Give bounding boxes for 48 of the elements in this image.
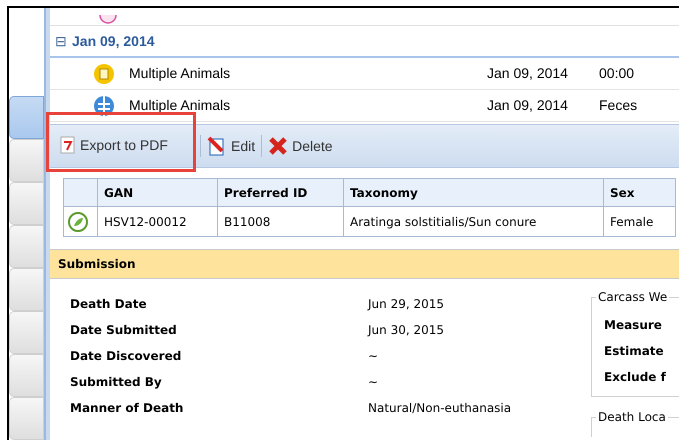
- field-label: Measure: [604, 317, 663, 334]
- field-value: Natural/Non-euthanasia: [368, 400, 512, 417]
- field-label: Date Discovered: [70, 348, 182, 365]
- table-cell: B11008: [218, 206, 344, 236]
- sidebar-tab[interactable]: [9, 268, 44, 311]
- sidebar-tab[interactable]: [9, 311, 44, 354]
- delete-icon: [268, 136, 288, 156]
- table-cell: HSV12-00012: [98, 206, 218, 236]
- field-value: Jun 30, 2015: [368, 322, 444, 339]
- column-header: Preferred ID: [218, 178, 344, 206]
- event-name: Multiple Animals: [129, 64, 232, 83]
- field-label: Date Submitted: [70, 322, 178, 339]
- field-value: ~: [368, 374, 378, 391]
- event-row[interactable]: Multiple Animals Jan 09, 2014 00:00: [50, 58, 679, 90]
- collapse-button[interactable]: ⊟: [55, 34, 67, 48]
- sidebar-tab[interactable]: [9, 96, 44, 139]
- event-date: Jan 09, 2014: [487, 96, 569, 115]
- column-header: Taxonomy: [344, 178, 604, 206]
- field-label: Estimate: [604, 343, 665, 360]
- table-cell: Female: [604, 206, 676, 236]
- sidebar-tab[interactable]: [9, 182, 44, 225]
- event-date: Jan 09, 2014: [487, 64, 569, 83]
- field-label: Exclude f: [604, 369, 667, 386]
- event-detail: Feces: [599, 96, 638, 115]
- field-value: ~: [368, 348, 378, 365]
- column-header: GAN: [98, 178, 218, 206]
- event-row[interactable]: Multiple Animals Jan 09, 2014 Feces: [50, 90, 679, 122]
- column-header: Sex: [604, 178, 676, 206]
- field-label: Death Date: [70, 296, 148, 313]
- sidebar-tab[interactable]: [9, 397, 44, 440]
- field-label: Submitted By: [70, 374, 163, 391]
- sidebar-tab[interactable]: [9, 139, 44, 182]
- event-detail: 00:00: [599, 64, 634, 83]
- group-date: Jan 09, 2014: [72, 32, 155, 50]
- section-header: Submission: [50, 249, 679, 279]
- toolbar-button[interactable]: Edit: [205, 136, 258, 156]
- event-name: Multiple Animals: [129, 96, 232, 115]
- bin-icon: [94, 64, 114, 84]
- toolbar-button[interactable]: Delete: [266, 136, 335, 156]
- pdf-icon: [60, 136, 76, 154]
- toolbar-button[interactable]: Export to PDF: [58, 134, 170, 156]
- field-value: Jun 29, 2015: [368, 296, 444, 313]
- field-label: Manner of Death: [70, 400, 184, 417]
- sidebar-tab[interactable]: [9, 225, 44, 268]
- leaf-icon: [68, 212, 88, 232]
- table-cell: Aratinga solstitialis/Sun conure: [344, 206, 604, 236]
- sidebar-tab[interactable]: [9, 354, 44, 397]
- globe-icon: [94, 96, 114, 116]
